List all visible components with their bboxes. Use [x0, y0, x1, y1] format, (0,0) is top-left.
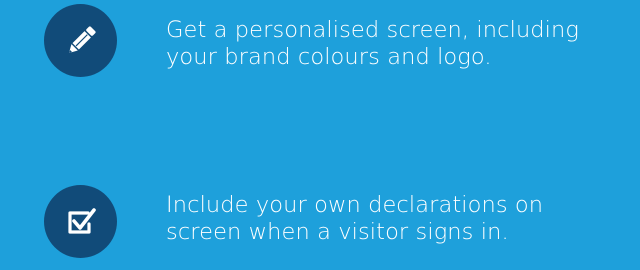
feature-description: Include your own declarations on screen … [166, 192, 626, 246]
feature-description-line: Get a personalised screen, including [166, 17, 579, 43]
feature-description: Get a personalised screen, including you… [166, 17, 626, 71]
feature-description-line: screen when a visitor signs in. [166, 219, 509, 245]
feature-description-line: Include your own declarations on [166, 192, 544, 218]
pencil-icon [68, 25, 96, 53]
checkbox-icon [67, 207, 96, 234]
feature-description-line: your brand colours and logo. [166, 44, 492, 70]
pencil-icon-badge [44, 4, 117, 77]
feature-personalised-screen: Get a personalised screen, including you… [0, 0, 640, 110]
feature-declarations: Include your own declarations on screen … [0, 160, 640, 270]
checkbox-icon-badge [44, 185, 117, 258]
